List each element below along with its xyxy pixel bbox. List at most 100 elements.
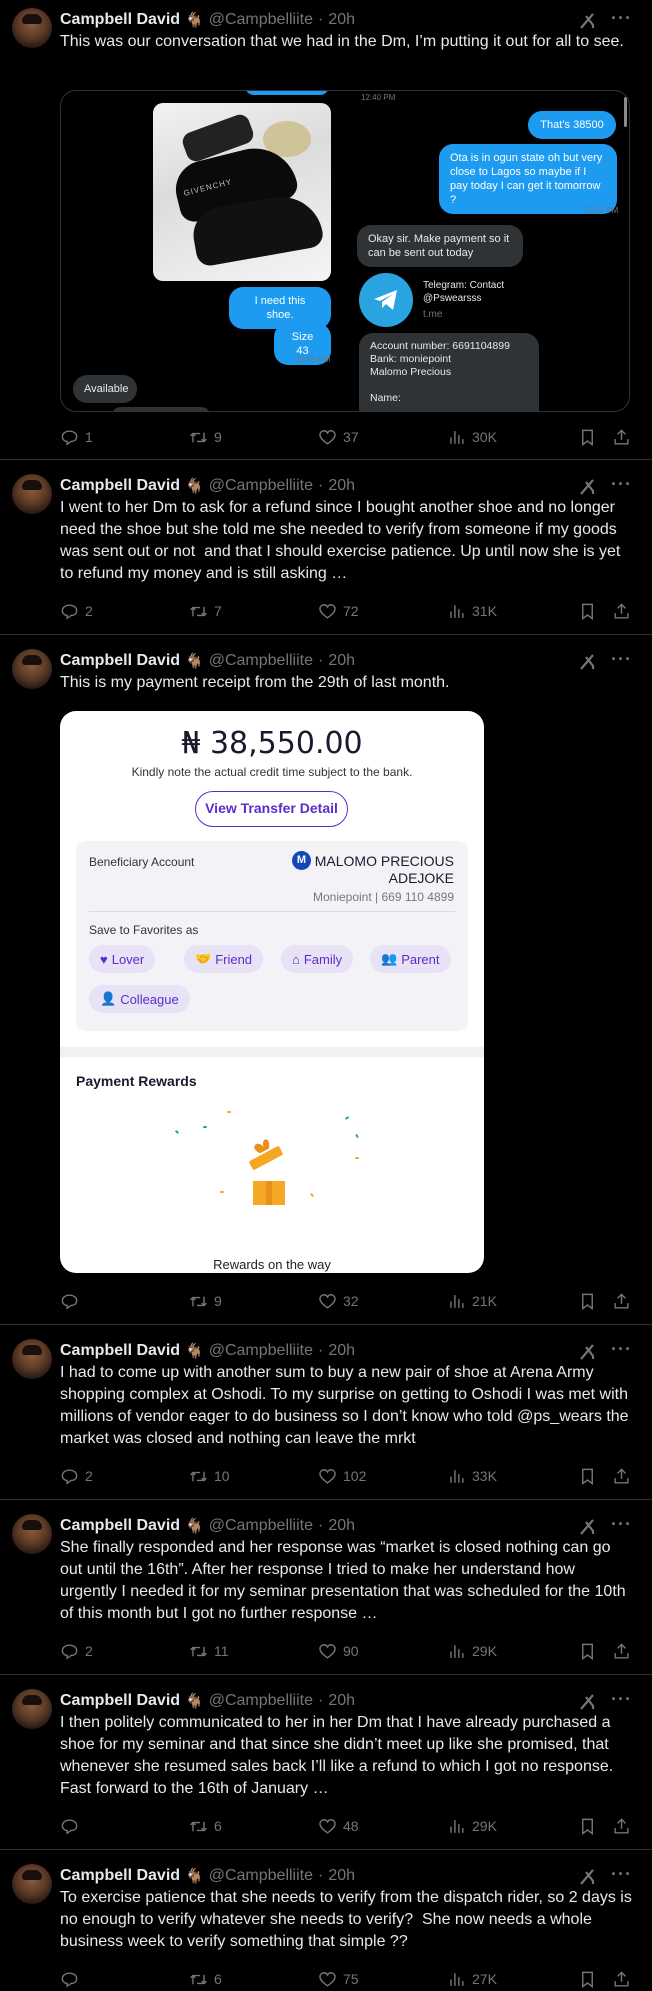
more-icon[interactable]: ··· — [611, 474, 632, 495]
reply-button[interactable]: 2 — [60, 1639, 93, 1663]
share-button[interactable] — [612, 1464, 631, 1488]
like-button[interactable]: 75 — [318, 1967, 359, 1991]
share-button[interactable] — [612, 1814, 631, 1838]
timestamp[interactable]: 20h — [328, 477, 355, 495]
avatar[interactable] — [12, 1864, 52, 1904]
reply-button[interactable] — [60, 1814, 85, 1838]
more-icon[interactable]: ··· — [611, 1864, 632, 1885]
like-button[interactable]: 72 — [318, 599, 359, 623]
author-name[interactable]: Campbell David — [60, 1517, 180, 1535]
author-name[interactable]: Campbell David — [60, 652, 180, 670]
like-button[interactable]: 90 — [318, 1639, 359, 1663]
tweet[interactable]: Campbell David 🐐 @Campbelliite · 20h ···… — [0, 0, 652, 460]
author-handle[interactable]: @Campbelliite — [209, 11, 313, 29]
avatar[interactable] — [12, 649, 52, 689]
author-handle[interactable]: @Campbelliite — [209, 1692, 313, 1710]
views-button[interactable]: 31K — [447, 599, 497, 623]
bookmark-button[interactable] — [578, 1289, 597, 1313]
avatar[interactable] — [12, 1339, 52, 1379]
tweet[interactable]: Campbell David 🐐 @Campbelliite · 20h ···… — [0, 1325, 652, 1500]
grok-icon[interactable] — [578, 1692, 598, 1712]
retweet-button[interactable]: 10 — [189, 1464, 230, 1488]
grok-icon[interactable] — [578, 477, 598, 497]
author-handle[interactable]: @Campbelliite — [209, 1342, 313, 1360]
more-icon[interactable]: ··· — [611, 1339, 632, 1360]
retweet-button[interactable]: 9 — [189, 425, 222, 449]
like-button[interactable]: 102 — [318, 1464, 366, 1488]
author-name[interactable]: Campbell David — [60, 477, 180, 495]
author-name[interactable]: Campbell David — [60, 1342, 180, 1360]
more-icon[interactable]: ··· — [611, 649, 632, 670]
share-button[interactable] — [612, 425, 631, 449]
timestamp[interactable]: 20h — [328, 1517, 355, 1535]
bookmark-button[interactable] — [578, 1639, 597, 1663]
tweet[interactable]: Campbell David 🐐 @Campbelliite · 20h ···… — [0, 1850, 652, 1991]
goat-emoji: 🐐 — [185, 1868, 204, 1885]
author-handle[interactable]: @Campbelliite — [209, 1517, 313, 1535]
share-button[interactable] — [612, 1289, 631, 1313]
bookmark-button[interactable] — [578, 1967, 597, 1991]
author-name[interactable]: Campbell David — [60, 1867, 180, 1885]
retweet-button[interactable]: 9 — [189, 1289, 222, 1313]
bookmark-button[interactable] — [578, 599, 597, 623]
telegram-title[interactable]: Telegram: Contact @Pswearsss — [423, 279, 533, 305]
grok-icon[interactable] — [578, 1342, 598, 1362]
like-button[interactable]: 32 — [318, 1289, 359, 1313]
grok-icon[interactable] — [578, 652, 598, 672]
author-handle[interactable]: @Campbelliite — [209, 1867, 313, 1885]
dm-screenshot[interactable]: 12:40 PM GIVENCHY I need this shoe. Size… — [60, 90, 630, 412]
retweet-icon — [190, 1974, 207, 1984]
timestamp[interactable]: 20h — [328, 1692, 355, 1710]
avatar[interactable] — [12, 474, 52, 514]
like-button[interactable]: 37 — [318, 425, 359, 449]
author-name[interactable]: Campbell David — [60, 11, 180, 29]
views-button[interactable]: 29K — [447, 1639, 497, 1663]
reply-button[interactable]: 2 — [60, 1464, 93, 1488]
avatar[interactable] — [12, 1514, 52, 1554]
tweet[interactable]: Campbell David 🐐 @Campbelliite · 20h ···… — [0, 1500, 652, 1675]
author-name[interactable]: Campbell David — [60, 1692, 180, 1710]
divider — [89, 911, 455, 912]
tweet[interactable]: Campbell David 🐐 @Campbelliite · 20h ···… — [0, 460, 652, 635]
grok-icon[interactable] — [578, 11, 598, 31]
views-button[interactable]: 21K — [447, 1289, 497, 1313]
reply-button[interactable] — [60, 1967, 85, 1991]
retweet-count: 7 — [214, 603, 222, 619]
payment-receipt-image[interactable]: ₦ 38,550.00 Kindly note the actual credi… — [60, 711, 484, 1273]
share-button[interactable] — [612, 1639, 631, 1663]
more-icon[interactable]: ··· — [611, 1514, 632, 1535]
timestamp[interactable]: 20h — [328, 652, 355, 670]
timestamp[interactable]: 20h — [328, 1867, 355, 1885]
share-button[interactable] — [612, 1967, 631, 1991]
scrollbar[interactable] — [624, 97, 627, 127]
grok-icon[interactable] — [578, 1517, 598, 1537]
views-button[interactable]: 33K — [447, 1464, 497, 1488]
more-icon[interactable]: ··· — [611, 8, 632, 29]
grok-icon[interactable] — [578, 1867, 598, 1887]
like-button[interactable]: 48 — [318, 1814, 359, 1838]
views-button[interactable]: 27K — [447, 1967, 497, 1991]
bookmark-button[interactable] — [578, 425, 597, 449]
retweet-button[interactable]: 11 — [189, 1639, 229, 1663]
retweet-button[interactable]: 7 — [189, 599, 222, 623]
views-button[interactable]: 29K — [447, 1814, 497, 1838]
bookmark-button[interactable] — [578, 1814, 597, 1838]
retweet-button[interactable]: 6 — [189, 1814, 222, 1838]
reply-button[interactable]: 1 — [60, 425, 93, 449]
reply-button[interactable] — [60, 1289, 85, 1313]
reply-button[interactable]: 2 — [60, 599, 93, 623]
tweet[interactable]: Campbell David 🐐 @Campbelliite · 20h ···… — [0, 1675, 652, 1850]
bookmark-button[interactable] — [578, 1464, 597, 1488]
chip-lover: ♥ Lover — [89, 945, 156, 973]
author-handle[interactable]: @Campbelliite — [209, 477, 313, 495]
views-button[interactable]: 30K — [447, 425, 497, 449]
more-icon[interactable]: ··· — [611, 1689, 632, 1710]
bookmark-icon — [582, 1293, 593, 1310]
retweet-button[interactable]: 6 — [189, 1967, 222, 1991]
timestamp[interactable]: 20h — [328, 1342, 355, 1360]
share-button[interactable] — [612, 599, 631, 623]
author-handle[interactable]: @Campbelliite — [209, 652, 313, 670]
timestamp[interactable]: 20h — [328, 11, 355, 29]
avatar[interactable] — [12, 1689, 52, 1729]
avatar[interactable] — [12, 8, 52, 48]
